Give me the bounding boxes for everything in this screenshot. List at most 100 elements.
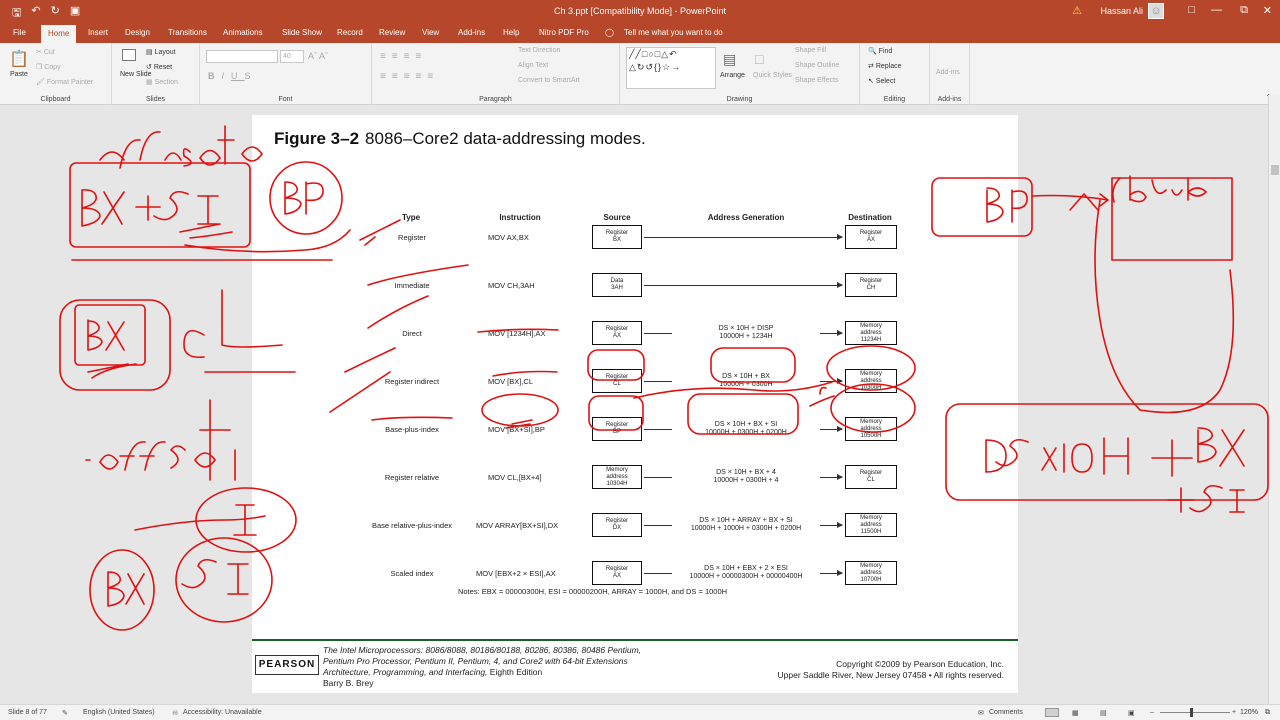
tab-animations[interactable]: Animations: [223, 28, 263, 37]
copyright: Copyright ©2009 by Pearson Education, In…: [778, 659, 1004, 681]
minimize-icon[interactable]: —: [1211, 4, 1222, 16]
source-line: BX: [612, 237, 621, 243]
paste-icon[interactable]: 📋: [9, 49, 29, 69]
source-line: CL: [613, 381, 621, 387]
tab-insert[interactable]: Insert: [88, 28, 108, 37]
slide-sorter-icon[interactable]: ▦: [1072, 709, 1079, 717]
tab-slide-show[interactable]: Slide Show: [282, 28, 322, 37]
destination-line: 10300H: [860, 384, 882, 391]
tab-help[interactable]: Help: [503, 28, 519, 37]
reading-view-icon[interactable]: ▤: [1100, 709, 1107, 717]
font-size-input[interactable]: 40: [280, 50, 304, 63]
address-line: DS × 10H + BX + 4: [716, 469, 776, 476]
restore-icon[interactable]: ⧉: [1240, 4, 1248, 17]
address-generation: DS × 10H + DISP 10000H + 1234H: [672, 325, 820, 341]
tab-nitro[interactable]: Nitro PDF Pro: [539, 28, 589, 37]
tab-record[interactable]: Record: [337, 28, 363, 37]
destination-line: Memory: [860, 514, 882, 521]
notes: Notes: EBX = 00000300H, ESI = 00000200H,…: [458, 587, 728, 596]
shape-effects-button[interactable]: Shape Effects: [795, 77, 838, 84]
source-line: DX: [612, 525, 622, 531]
status-bar: Slide 8 of 77 ✎ English (United States) …: [0, 704, 1280, 720]
address-line: 10000H + 0300H + 4: [713, 477, 779, 484]
tell-me-search[interactable]: Tell me what you want to do: [624, 28, 723, 37]
zoom-in-icon[interactable]: +: [1232, 709, 1236, 716]
zoom-slider[interactable]: [1160, 712, 1230, 713]
destination-line: address: [860, 521, 882, 528]
comments-button[interactable]: Comments: [989, 709, 1023, 716]
replace-button[interactable]: ⇄ Replace: [868, 62, 902, 70]
font-name-input[interactable]: [206, 50, 278, 63]
convert-smartart-button[interactable]: Convert to SmartArt: [518, 77, 580, 84]
row-type: Scaled index: [390, 569, 434, 578]
shape-outline-button[interactable]: Shape Outline: [795, 62, 839, 69]
row-type: Direct: [402, 329, 422, 338]
zoom-slider-thumb[interactable]: [1190, 708, 1193, 717]
destination-line: AX: [866, 237, 875, 243]
copy-button[interactable]: ❐ Copy: [36, 63, 61, 71]
row-instruction: MOV CL,[BX+4]: [488, 473, 542, 482]
tab-view[interactable]: View: [422, 28, 439, 37]
text-direction-button[interactable]: Text Direction: [518, 47, 560, 54]
add-ins-button[interactable]: Add-ins: [936, 69, 960, 76]
grow-font-icon[interactable]: Aˆ Aˇ: [308, 51, 328, 61]
language-status[interactable]: English (United States): [83, 709, 155, 716]
row-type: Base relative-plus-index: [371, 521, 453, 530]
source-line: Data: [610, 278, 624, 284]
source-box: Register AX: [592, 321, 642, 345]
font-group: 40 Aˆ Aˇ BIUS Font: [200, 43, 372, 105]
format-painter-button[interactable]: 🖌 Format Painter: [36, 78, 93, 86]
align-icon[interactable]: ≡≡≡≡≡: [380, 71, 439, 82]
tab-design[interactable]: Design: [125, 28, 150, 37]
section-button[interactable]: ▦ Section: [146, 78, 178, 86]
slide-canvas[interactable]: Figure 3–2 8086–Core2 data-addressing mod…: [252, 115, 1018, 693]
arrange-icon[interactable]: ▤: [723, 51, 736, 68]
reset-button[interactable]: ↺ Reset: [146, 63, 172, 71]
zoom-level[interactable]: 120%: [1240, 709, 1258, 716]
tab-home[interactable]: Home: [41, 25, 77, 43]
new-slide-button[interactable]: New Slide: [120, 71, 152, 78]
slideshow-icon[interactable]: ▣: [1128, 709, 1135, 717]
shape-fill-button[interactable]: Shape Fill: [795, 47, 826, 54]
thumbnail-pane[interactable]: [0, 110, 10, 704]
paragraph-label: Paragraph: [479, 96, 512, 103]
avatar[interactable]: ☺: [1148, 3, 1164, 19]
layout-button[interactable]: ▤ Layout: [146, 48, 176, 56]
scroll-thumb[interactable]: [1271, 165, 1279, 175]
cut-button[interactable]: ✂ Cut: [36, 48, 55, 56]
quick-styles-button[interactable]: Quick Styles: [753, 72, 792, 79]
slide-counter[interactable]: Slide 8 of 77: [8, 709, 47, 716]
shapes-gallery[interactable]: ╱╱□○□△↶ △↻↺{}☆→: [626, 47, 716, 89]
paste-button[interactable]: Paste: [10, 71, 28, 78]
find-button[interactable]: 🔍 Find: [868, 47, 892, 55]
destination-line: 11234H: [860, 336, 882, 343]
destination-box: Memory address 10300H: [845, 369, 897, 393]
zoom-out-icon[interactable]: –: [1150, 709, 1154, 716]
source-line: Register: [605, 374, 629, 380]
vertical-scrollbar[interactable]: [1268, 95, 1280, 704]
source-line: Register: [605, 566, 629, 572]
accessibility-status[interactable]: Accessibility: Unavailable: [183, 709, 262, 716]
address-line: 10000H + 0300H + 0200H: [705, 429, 787, 436]
align-text-button[interactable]: Align Text: [518, 62, 548, 69]
tab-add-ins[interactable]: Add-ins: [458, 28, 485, 37]
quick-styles-icon[interactable]: □: [755, 51, 763, 67]
close-icon[interactable]: ✕: [1263, 4, 1272, 17]
book-line: Architecture, Programming, and Interfaci…: [323, 667, 641, 678]
book-line: The Intel Microprocessors: 8086/8088, 80…: [323, 645, 642, 655]
arrange-button[interactable]: Arrange: [720, 72, 745, 79]
user-name[interactable]: Hassan Ali: [1100, 6, 1143, 16]
select-button[interactable]: ↖ Select: [868, 77, 895, 85]
new-slide-icon[interactable]: [122, 49, 136, 61]
warning-icon[interactable]: ⚠: [1072, 4, 1082, 17]
fit-slide-icon[interactable]: ⧉: [1265, 709, 1270, 717]
ribbon-display-icon[interactable]: □: [1188, 4, 1195, 16]
font-style-buttons[interactable]: BIUS: [208, 71, 258, 81]
normal-view-icon[interactable]: [1045, 708, 1059, 717]
tab-transitions[interactable]: Transitions: [168, 28, 207, 37]
spellcheck-icon[interactable]: ✎: [62, 709, 68, 717]
tab-file[interactable]: File: [13, 28, 26, 37]
tab-review[interactable]: Review: [379, 28, 405, 37]
address-line: DS × 10H + BX + SI: [714, 421, 778, 428]
bullets-icon[interactable]: ≡≡≡≡: [380, 51, 427, 62]
